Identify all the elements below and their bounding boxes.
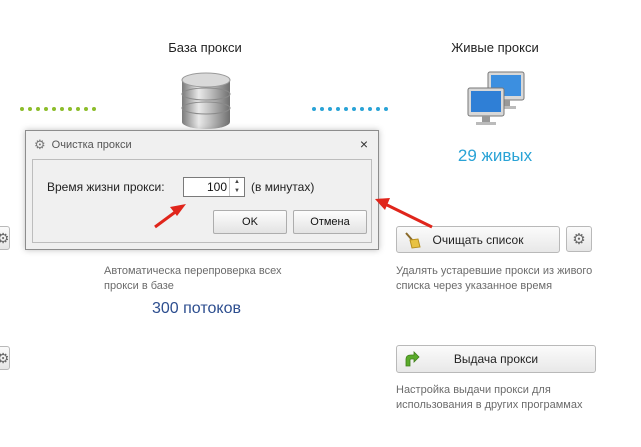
clear-list-label: Очищать список: [432, 232, 524, 247]
cancel-button[interactable]: Отмена: [293, 210, 367, 234]
issue-proxy-label: Выдача прокси: [453, 352, 539, 366]
minutes-label: (в минутах): [251, 180, 315, 194]
left-settings-button-2[interactable]: ⚙: [0, 346, 10, 370]
left-settings-button-1[interactable]: ⚙: [0, 226, 10, 250]
stepper-up-icon[interactable]: ▲: [230, 178, 244, 187]
green-dotted-line: [20, 100, 100, 111]
clear-settings-button[interactable]: ⚙: [566, 226, 592, 252]
dialog-titlebar: ⚙ Очистка прокси ×: [26, 131, 378, 158]
lifetime-input[interactable]: [184, 178, 229, 196]
stepper-buttons[interactable]: ▲ ▼: [229, 178, 244, 196]
lifetime-label: Время жизни прокси:: [47, 180, 165, 194]
gear-icon: ⚙: [0, 349, 10, 366]
issue-description: Настройка выдачи прокси для использовани…: [396, 384, 583, 411]
lifetime-stepper[interactable]: ▲ ▼: [183, 177, 245, 197]
broom-icon: [403, 231, 421, 252]
dialog-body: Время жизни прокси: ▲ ▼ (в минутах) OK О…: [32, 159, 372, 243]
monitors-icon: [466, 70, 528, 132]
stepper-down-icon[interactable]: ▼: [230, 187, 244, 196]
ok-button[interactable]: OK: [213, 210, 287, 234]
alive-count: 29 живых: [457, 146, 533, 165]
dialog-title: Очистка прокси: [51, 138, 132, 151]
arrow-to-dialog: [375, 198, 433, 229]
gear-icon: ⚙: [34, 136, 46, 152]
threads-count: 300 потоков: [152, 300, 241, 317]
issue-proxy-button[interactable]: Выдача прокси: [396, 345, 596, 373]
gear-icon: ⚙: [0, 229, 10, 246]
proxy-cleanup-dialog: ⚙ Очистка прокси × Время жизни прокси: ▲…: [25, 130, 379, 250]
proxy-base-title: База прокси: [168, 40, 242, 55]
clear-list-button[interactable]: Очищать список: [396, 226, 560, 253]
gear-icon: ⚙: [572, 231, 586, 248]
blue-dotted-line: [312, 100, 392, 111]
share-arrow-icon: [403, 350, 421, 371]
close-icon[interactable]: ×: [360, 136, 368, 152]
clear-description: Удалять устаревшие прокси из живого спис…: [396, 265, 593, 292]
base-recheck-description: Автоматическа перепроверка всех прокси в…: [104, 265, 282, 292]
live-proxies-title: Живые прокси: [451, 40, 539, 55]
database-icon: [178, 72, 234, 130]
